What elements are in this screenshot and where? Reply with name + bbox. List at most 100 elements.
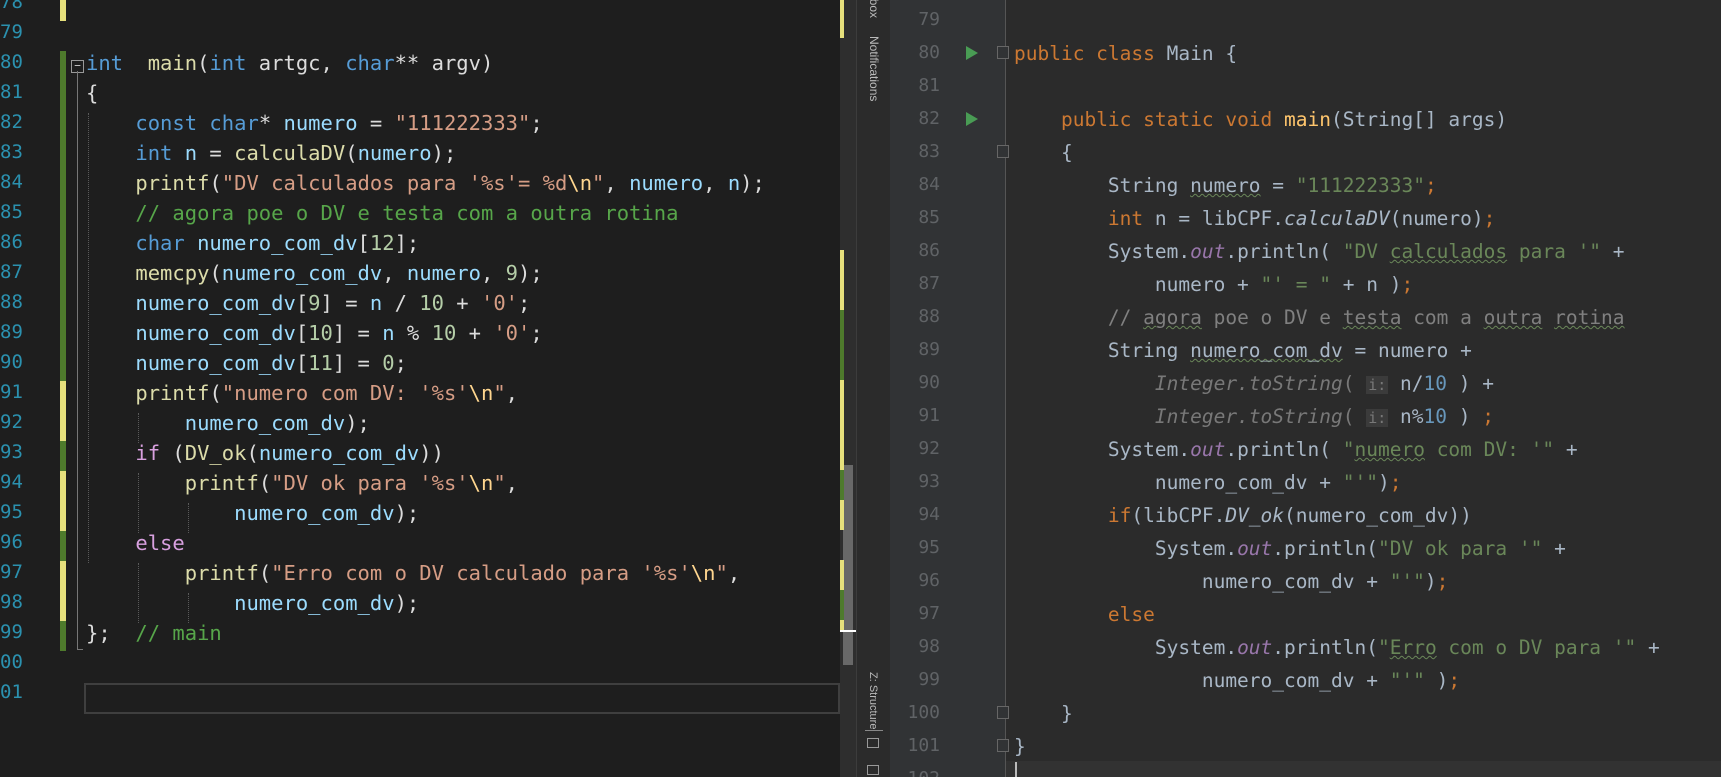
vertical-scrollbar[interactable] — [840, 0, 856, 777]
code-token: DV_ok — [184, 441, 247, 465]
code-line[interactable]: int main(int artgc, char** argv) — [86, 51, 493, 75]
code-line[interactable]: public class Main { — [1014, 42, 1237, 65]
code-line[interactable]: numero_com_dv[10] = n % 10 + '0'; — [86, 321, 542, 345]
structure-tab[interactable]: Z: Structure — [867, 672, 879, 729]
cpp-editor-pane[interactable]: 78 79 80 81 82 83 84 85 86 87 88 89 90 91 92 93 94 95 96 97… — [0, 0, 845, 777]
code-token: agora — [1143, 306, 1202, 329]
code-token: "'" — [1342, 471, 1378, 494]
fold-marker-icon[interactable] — [997, 145, 1009, 158]
code-token: // agora poe o DV e testa com a outra ro… — [135, 201, 679, 225]
code-token: ( — [258, 561, 272, 585]
code-line[interactable]: printf("DV ok para '%s'\n", — [86, 471, 518, 495]
code-line[interactable]: String numero_com_dv = numero + — [1014, 339, 1472, 362]
scope-bracket-line — [77, 71, 78, 649]
code-line[interactable]: numero_com_dv + "'"); — [1014, 570, 1449, 593]
notifications-tab[interactable]: Notifications — [867, 36, 881, 101]
change-marker — [60, 561, 66, 621]
code-token: numero — [406, 261, 481, 285]
line-number: 96 — [0, 531, 23, 553]
code-line[interactable]: numero_com_dv); — [86, 411, 370, 435]
code-line[interactable]: printf("numero com DV: '%s'\n", — [86, 381, 518, 405]
code-token: System. — [1014, 438, 1191, 461]
code-token: ( — [160, 441, 185, 465]
code-line[interactable]: numero_com_dv + "'" ); — [1014, 669, 1460, 692]
code-line[interactable]: if (DV_ok(numero_com_dv)) — [86, 441, 444, 465]
favorites-icon[interactable] — [867, 765, 879, 775]
code-line[interactable]: int n = calculaDV(numero); — [86, 141, 456, 165]
code-token: .println( — [1225, 438, 1343, 461]
line-number: 00 — [0, 651, 23, 673]
code-line[interactable]: numero_com_dv[9] = n / 10 + '0'; — [86, 291, 530, 315]
code-line[interactable]: printf("Erro com o DV calculado para '%s… — [86, 561, 740, 585]
line-number: 82 — [918, 108, 940, 129]
code-line[interactable]: numero_com_dv[11] = 0; — [86, 351, 407, 375]
structure-icon[interactable] — [867, 738, 879, 748]
code-line[interactable]: memcpy(numero_com_dv, numero, 9); — [86, 261, 542, 285]
code-line[interactable]: System.out.println("DV ok para '" + — [1014, 537, 1566, 560]
line-number: 95 — [918, 537, 940, 558]
line-number: 99 — [918, 669, 940, 690]
code-line[interactable]: numero + "' = " + n ); — [1014, 273, 1413, 296]
code-token: ; — [1389, 471, 1402, 494]
code-line[interactable]: else — [1014, 603, 1155, 626]
line-number: 99 — [0, 621, 23, 643]
toolbox-tab[interactable]: lbox — [867, 0, 881, 18]
scrollbar-thumb[interactable] — [843, 465, 853, 665]
code-token: out — [1237, 636, 1273, 659]
code-token: numero_com_dv — [135, 351, 296, 375]
fold-marker-icon[interactable] — [997, 46, 1009, 59]
code-token: const — [135, 111, 198, 135]
change-marker — [60, 81, 66, 111]
code-token: char — [135, 231, 185, 255]
code-token: numero_com_dv — [197, 231, 358, 255]
code-line[interactable]: // agora poe o DV e testa com a outra ro… — [1014, 306, 1625, 329]
code-token: } — [1014, 735, 1026, 758]
fold-marker-icon[interactable] — [997, 706, 1009, 719]
code-line[interactable]: } — [1014, 735, 1026, 758]
run-gutter-icon[interactable] — [966, 46, 978, 60]
code-line[interactable]: char numero_com_dv[12]; — [86, 231, 419, 255]
code-line[interactable]: printf("DV calculados para '%s'= %d\n", … — [86, 171, 764, 195]
code-token: 12 — [369, 231, 395, 255]
code-line[interactable]: { — [1014, 141, 1073, 164]
run-gutter-icon[interactable] — [966, 112, 978, 126]
line-number: 97 — [0, 561, 23, 583]
line-number: 82 — [0, 111, 23, 133]
change-marker — [60, 0, 66, 21]
fold-marker-icon[interactable] — [997, 739, 1009, 752]
code-line[interactable]: }; // main — [86, 621, 222, 645]
code-token: ; — [530, 111, 543, 135]
code-token: 10 — [1423, 405, 1447, 428]
code-line[interactable]: numero_com_dv); — [86, 591, 419, 615]
code-line[interactable]: else — [86, 531, 184, 555]
line-number: 91 — [0, 381, 23, 403]
code-line[interactable]: public static void main(String[] args) — [1014, 108, 1507, 131]
code-token: ( — [209, 171, 222, 195]
code-line[interactable]: // agora poe o DV e testa com a outra ro… — [86, 201, 678, 225]
code-token: }; — [86, 621, 136, 645]
code-token: ; — [518, 291, 531, 315]
code-line[interactable]: int n = libCPF.calculaDV(numero); — [1014, 207, 1495, 230]
code-line[interactable]: if(libCPF.DV_ok(numero_com_dv)) — [1014, 504, 1472, 527]
code-line[interactable]: Integer.toString( i: n%10 ) ; — [1014, 405, 1494, 428]
code-line[interactable]: System.out.println("Erro com o DV para '… — [1014, 636, 1660, 659]
code-line[interactable]: { — [86, 81, 98, 105]
code-line[interactable]: } — [1014, 702, 1073, 725]
find-input-box[interactable] — [84, 683, 840, 714]
code-token: main — [147, 51, 198, 75]
code-line[interactable]: Integer.toString( i: n/10 ) + — [1014, 372, 1494, 395]
code-line[interactable]: System.out.println( "DV calculados para … — [1014, 240, 1625, 263]
java-editor-pane[interactable]: 79 80 81 82 83 84 85 86 87 88 89 90 91 92 93 94 95 96 97 98… — [890, 0, 1721, 777]
code-token: n/ — [1388, 372, 1424, 395]
code-line[interactable]: numero_com_dv); — [86, 501, 419, 525]
code-token: numero — [1354, 438, 1425, 461]
code-token: " — [592, 171, 605, 195]
code-token: (numero) — [1389, 207, 1484, 230]
code-token: numero_com_dv + — [1014, 570, 1390, 593]
code-line[interactable]: const char* numero = "111222333"; — [86, 111, 543, 135]
code-line[interactable]: System.out.println( "numero com DV: '" + — [1014, 438, 1578, 461]
code-token: } — [1014, 702, 1073, 725]
code-line[interactable]: String numero = "111222333"; — [1014, 174, 1437, 197]
code-line[interactable]: numero_com_dv + "'"); — [1014, 471, 1402, 494]
